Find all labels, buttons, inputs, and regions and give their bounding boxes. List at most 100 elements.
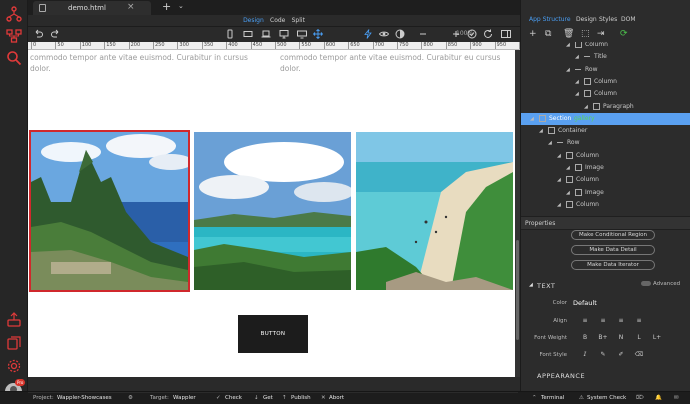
tree-item[interactable]: ◢ Paragraph xyxy=(521,101,690,113)
align-center-icon[interactable]: ≡ xyxy=(594,316,612,326)
lightning-icon[interactable] xyxy=(362,28,374,40)
make-conditional-region-button[interactable]: Make Conditional Region xyxy=(571,230,655,240)
view-split[interactable]: Split xyxy=(292,17,305,24)
expand-toggle-icon[interactable]: ◢ xyxy=(539,128,543,134)
redo-icon[interactable] xyxy=(50,28,62,40)
tab-design[interactable]: Design xyxy=(576,16,597,23)
tab-dom[interactable]: DOM xyxy=(621,16,636,23)
wide-view-icon[interactable] xyxy=(296,28,308,40)
zoom-in-icon[interactable] xyxy=(450,28,462,40)
canvas-scrollbar-thumb[interactable] xyxy=(516,240,519,340)
chat-icon[interactable]: ✉ xyxy=(674,395,679,401)
pen-icon[interactable]: ✎ xyxy=(594,350,612,360)
view-code[interactable]: Code xyxy=(270,17,285,24)
move-out-icon[interactable]: ⇥ xyxy=(597,29,605,39)
get-button[interactable]: Get xyxy=(263,395,273,401)
tree-item[interactable]: ◢ Column xyxy=(521,76,690,88)
tab-styles[interactable]: Styles xyxy=(599,16,617,23)
publish-icon[interactable] xyxy=(4,310,24,330)
copy-icon[interactable] xyxy=(4,333,24,353)
tree-item[interactable]: ◢ Row xyxy=(521,137,690,149)
check-icon[interactable]: ✓ xyxy=(216,395,221,401)
gallery-image-pitons[interactable] xyxy=(29,130,190,292)
contrast-icon[interactable] xyxy=(394,28,406,40)
font-weight-bold[interactable]: B xyxy=(576,333,594,343)
advanced-toggle[interactable]: Advanced xyxy=(641,281,680,287)
paragraph-left[interactable]: commodo tempor ante vitae euismod. Curab… xyxy=(30,52,260,74)
delete-icon[interactable]: 🗑 xyxy=(563,29,574,39)
publish-button[interactable]: Publish xyxy=(291,395,311,401)
duplicate-icon[interactable]: ⧉ xyxy=(545,29,551,39)
expand-toggle-icon[interactable]: ◢ xyxy=(557,202,561,208)
terminal-icon[interactable]: ⌃ xyxy=(532,395,537,401)
expand-toggle-icon[interactable]: ◢ xyxy=(575,91,579,97)
tree-item[interactable]: ◢ Row xyxy=(521,64,690,76)
check-circle-icon[interactable] xyxy=(466,28,478,40)
mobile-view-icon[interactable] xyxy=(224,28,236,40)
zoom-out-icon[interactable] xyxy=(417,28,429,40)
expand-toggle-icon[interactable]: ◢ xyxy=(557,177,561,183)
gear-icon[interactable] xyxy=(4,356,24,376)
tree-item[interactable]: ◢ Column xyxy=(521,150,690,162)
brush-icon[interactable]: ✐ xyxy=(612,350,630,360)
undo-icon[interactable] xyxy=(32,28,44,40)
expand-toggle-icon[interactable]: ◢ xyxy=(575,54,579,60)
design-canvas[interactable]: commodo tempor ante vitae euismod. Curab… xyxy=(28,50,520,377)
add-tab-button[interactable]: + xyxy=(162,0,171,13)
settings-icon[interactable]: ⚙ xyxy=(128,395,133,401)
expand-toggle-icon[interactable]: ◢ xyxy=(566,165,570,171)
tablet-view-icon[interactable] xyxy=(242,28,254,40)
eye-icon[interactable] xyxy=(378,28,390,40)
paragraph-right[interactable]: commodo tempor ante vitae euismod. Curab… xyxy=(280,52,510,74)
wrap-icon[interactable]: ⬚ xyxy=(581,29,590,39)
upload-icon[interactable]: ↑ xyxy=(282,395,287,401)
download-icon[interactable]: ↓ xyxy=(254,395,259,401)
expand-toggle-icon[interactable]: ◢ xyxy=(530,116,534,122)
check-button[interactable]: Check xyxy=(225,395,242,401)
font-weight-normal[interactable]: N xyxy=(612,333,630,343)
italic-icon[interactable]: 𝘐 xyxy=(576,350,594,360)
expand-toggle-icon[interactable]: ◢ xyxy=(584,104,588,110)
gallery-image-bay[interactable] xyxy=(194,132,351,290)
refresh-icon[interactable] xyxy=(482,28,494,40)
search-icon[interactable] xyxy=(4,48,24,68)
expand-toggle-icon[interactable]: ◢ xyxy=(575,79,579,85)
expand-toggle-icon[interactable]: ◢ xyxy=(548,140,552,146)
tab-app-structure[interactable]: App Structure xyxy=(529,16,571,23)
gallery-image-beach[interactable] xyxy=(356,132,513,290)
chevron-down-icon[interactable]: ⌄ xyxy=(178,2,184,10)
abort-button[interactable]: Abort xyxy=(329,395,344,401)
move-icon[interactable] xyxy=(312,28,324,40)
align-justify-icon[interactable]: ≡ xyxy=(630,316,648,326)
sidebar-toggle-icon[interactable] xyxy=(500,28,512,40)
align-right-icon[interactable]: ≡ xyxy=(612,316,630,326)
tree-item[interactable]: ◢ Column xyxy=(521,42,690,51)
canvas-button[interactable]: BUTTON xyxy=(238,315,308,353)
expand-toggle-icon[interactable]: ◢ xyxy=(566,190,570,196)
make-data-detail-button[interactable]: Make Data Detail xyxy=(571,245,655,255)
system-check-icon[interactable]: ⚠ xyxy=(579,395,584,401)
tree-item[interactable]: ◢ Section gallery xyxy=(521,112,690,125)
abort-icon[interactable]: ✕ xyxy=(321,395,326,401)
clear-format-icon[interactable]: ⌫ xyxy=(630,350,648,360)
app-structure-icon[interactable] xyxy=(4,4,24,24)
text-section[interactable]: ◢ TEXT Advanced xyxy=(521,280,690,292)
tree-item[interactable]: ◢ Image xyxy=(521,162,690,174)
add-icon[interactable]: + xyxy=(529,29,537,39)
font-weight-bolder[interactable]: B+ xyxy=(594,333,612,343)
tree-item[interactable]: ◢ Column xyxy=(521,88,690,100)
tree-item[interactable]: ◢ Title xyxy=(521,51,690,63)
view-design[interactable]: Design xyxy=(243,17,264,24)
target-select[interactable]: Wappler xyxy=(173,395,196,401)
tree-item[interactable]: ◢ Column xyxy=(521,199,690,211)
terminal-button[interactable]: Terminal xyxy=(541,395,564,401)
tree-item[interactable]: ◢ Column xyxy=(521,174,690,186)
expand-toggle-icon[interactable]: ◢ xyxy=(566,67,570,73)
eraser-icon[interactable]: ⌦ xyxy=(636,395,644,401)
make-data-iterator-button[interactable]: Make Data Iterator xyxy=(571,260,655,270)
project-select[interactable]: Wappler-Showcases xyxy=(57,395,112,401)
laptop-view-icon[interactable] xyxy=(260,28,272,40)
notifications-icon[interactable]: 🔔 xyxy=(655,395,662,401)
font-weight-light[interactable]: L xyxy=(630,333,648,343)
appearance-section[interactable]: APPEARANCE xyxy=(521,370,690,382)
